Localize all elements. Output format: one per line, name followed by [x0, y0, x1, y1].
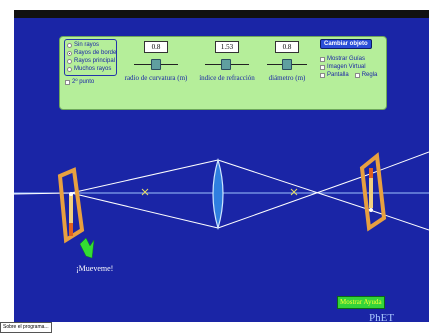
- control-panel: Sin rayos Rayos de borde Rayos principal…: [59, 36, 387, 110]
- radio-many-rays[interactable]: Muchos rayos: [67, 65, 114, 73]
- checkbox-icon[interactable]: [320, 56, 325, 62]
- screen-ruler-row: Pantalla Regla: [320, 71, 383, 79]
- second-point-checkbox[interactable]: 2º punto: [65, 79, 94, 85]
- refraction-index-control: 1.53 índice de refracción: [196, 41, 258, 82]
- checkbox-icon[interactable]: [65, 79, 70, 85]
- radio-button-icon[interactable]: [67, 42, 72, 48]
- simulation-canvas: ¡Mueveme! Sin rayos Rayos de borde Rayos…: [14, 18, 429, 322]
- image-frame: [359, 152, 387, 232]
- slider-thumb[interactable]: [282, 59, 292, 70]
- slider-thumb[interactable]: [151, 59, 161, 70]
- radio-button-icon[interactable]: [67, 66, 72, 72]
- ray-options-group: Sin rayos Rayos de borde Rayos principal…: [64, 39, 117, 76]
- radio-edge-rays[interactable]: Rayos de borde: [67, 49, 116, 57]
- move-arrow-icon: [79, 237, 95, 259]
- focal-point-right: [290, 188, 298, 196]
- refraction-index-slider[interactable]: [205, 59, 249, 71]
- diameter-control: 0.8 diámetro (m): [260, 41, 314, 82]
- move-me-label: ¡Mueveme!: [76, 264, 114, 273]
- radio-button-selected-icon[interactable]: [67, 50, 72, 56]
- bottom-bar: [0, 322, 429, 332]
- radio-button-icon[interactable]: [67, 58, 72, 64]
- display-options: Mostrar Guías Imagen Virtual Pantalla Re…: [320, 55, 383, 79]
- slider-thumb[interactable]: [221, 59, 231, 70]
- curvature-radius-label: radio de curvatura (m): [124, 74, 188, 82]
- screen-checkbox-label[interactable]: Pantalla: [327, 72, 349, 78]
- top-border: [0, 0, 429, 18]
- checkbox-icon[interactable]: [354, 72, 360, 78]
- object-frame[interactable]: [57, 167, 85, 244]
- curvature-radius-value[interactable]: 0.8: [144, 41, 168, 53]
- convex-lens: [212, 157, 224, 231]
- checkbox-icon[interactable]: [320, 72, 325, 78]
- about-program-button[interactable]: Sobre el programa...: [0, 322, 52, 333]
- radio-no-rays[interactable]: Sin rayos: [67, 41, 114, 49]
- phet-logo[interactable]: PhET: [369, 312, 394, 322]
- change-object-button[interactable]: Cambiar objeto: [320, 39, 372, 49]
- diameter-label: diámetro (m): [268, 74, 306, 82]
- show-help-button[interactable]: Mostrar Ayuda: [337, 296, 385, 309]
- refraction-index-value[interactable]: 1.53: [215, 41, 239, 53]
- diameter-value[interactable]: 0.8: [275, 41, 299, 53]
- diameter-slider[interactable]: [267, 59, 307, 71]
- curvature-radius-slider[interactable]: [134, 59, 178, 71]
- radio-principal-rays[interactable]: Rayos principal: [67, 57, 115, 65]
- virtual-image-checkbox[interactable]: Imagen Virtual: [320, 63, 383, 71]
- focal-point-left: [141, 188, 149, 196]
- checkbox-icon[interactable]: [320, 64, 325, 70]
- refraction-index-label: índice de refracción: [199, 74, 255, 82]
- ruler-checkbox-label[interactable]: Regla: [362, 72, 378, 78]
- show-guides-checkbox[interactable]: Mostrar Guías: [320, 55, 383, 63]
- window: ¡Mueveme! Sin rayos Rayos de borde Rayos…: [0, 0, 429, 333]
- curvature-radius-control: 0.8 radio de curvatura (m): [122, 41, 190, 82]
